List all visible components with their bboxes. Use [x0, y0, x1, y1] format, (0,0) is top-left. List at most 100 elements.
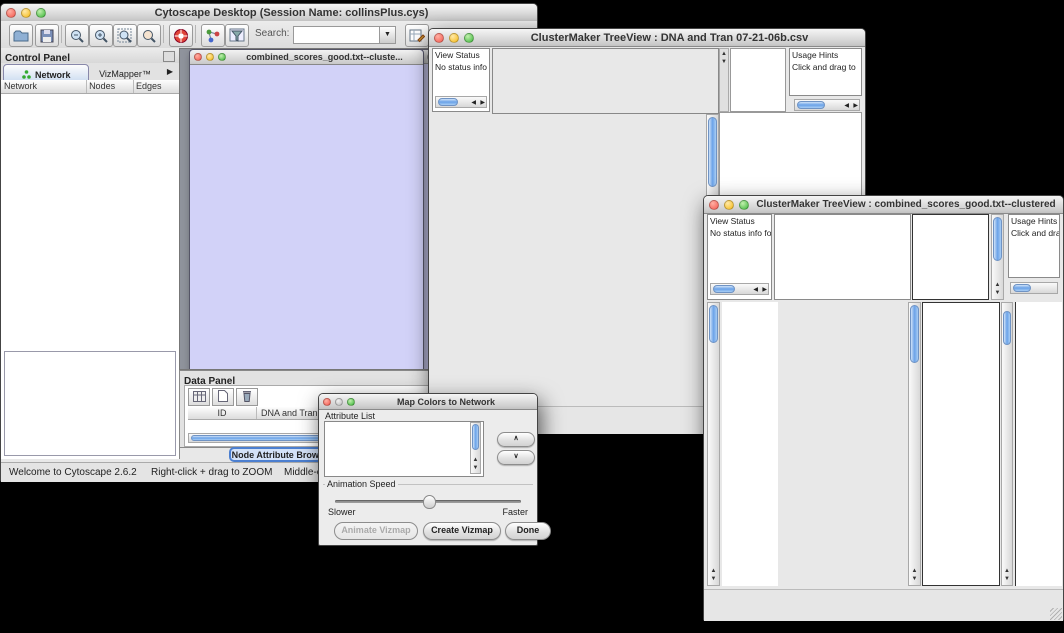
tv1-heatmap[interactable] — [501, 114, 706, 406]
treeview1-titlebar[interactable]: ClusterMaker TreeView : DNA and Tran 07-… — [429, 29, 865, 47]
help-icon[interactable] — [169, 24, 193, 47]
network-overview[interactable] — [4, 351, 176, 456]
zoom-window-icon[interactable] — [347, 398, 355, 406]
attribute-list-vscrollbar[interactable]: ▲ ▼ — [470, 422, 481, 474]
animation-speed-slider[interactable] — [335, 500, 521, 503]
scrollbar-thumb[interactable] — [1003, 311, 1011, 345]
scroll-down-icon[interactable]: ▼ — [708, 575, 719, 583]
scroll-up-icon[interactable]: ▲ — [1002, 567, 1012, 575]
minimize-icon[interactable] — [449, 33, 459, 43]
zoom-in-icon[interactable] — [89, 24, 113, 47]
tv2-heatmap-vscrollbar[interactable]: ▲ ▼ — [908, 302, 921, 586]
slider-thumb[interactable] — [423, 495, 436, 509]
close-icon[interactable] — [709, 200, 719, 210]
dialog-titlebar[interactable]: Map Colors to Network — [319, 394, 537, 410]
tv1-cluster-strip[interactable] — [431, 114, 437, 406]
save-icon[interactable] — [35, 24, 59, 47]
done-button[interactable]: Done — [505, 522, 551, 540]
search-input[interactable]: ▼ — [293, 26, 381, 44]
scroll-up-icon[interactable]: ▲ — [720, 50, 728, 58]
search-dropdown-icon[interactable]: ▼ — [379, 26, 396, 44]
treeview2-titlebar[interactable]: ClusterMaker TreeView : combined_scores_… — [704, 196, 1063, 214]
tv2-hints-hscrollbar[interactable] — [1010, 282, 1058, 294]
tv1-mini-scrollbar[interactable]: ▲ ▼ — [719, 48, 729, 112]
tab-vizmapper[interactable]: VizMapper™ — [89, 64, 161, 79]
minimize-icon[interactable] — [724, 200, 734, 210]
minimize-icon[interactable] — [335, 398, 343, 406]
tv2-gene-list[interactable] — [1015, 302, 1062, 586]
scroll-right-icon[interactable]: ▶ — [480, 99, 485, 106]
tv2-top-vscrollbar[interactable]: ▲ ▼ — [991, 214, 1004, 300]
main-titlebar[interactable]: Cytoscape Desktop (Session Name: collins… — [1, 4, 537, 22]
move-up-button[interactable]: ∧ — [497, 432, 535, 447]
scroll-left-icon[interactable]: ◀ — [753, 286, 758, 293]
tv2-gene-dendrogram[interactable] — [722, 302, 778, 586]
scrollbar-thumb[interactable] — [797, 101, 825, 109]
close-icon[interactable] — [194, 53, 202, 61]
scroll-up-icon[interactable]: ▲ — [992, 281, 1003, 289]
delete-attribute-icon[interactable] — [236, 388, 258, 406]
create-vizmap-button[interactable]: Create Vizmap — [423, 522, 501, 540]
scroll-up-icon[interactable]: ▲ — [471, 456, 480, 464]
tab-network[interactable]: Network — [3, 64, 89, 81]
minimize-icon[interactable] — [206, 53, 214, 61]
layout-icon[interactable] — [201, 24, 225, 47]
scroll-down-icon[interactable]: ▼ — [1002, 575, 1012, 583]
tv1-status-hscrollbar[interactable]: ◀ ▶ — [435, 96, 487, 108]
select-attributes-icon[interactable] — [188, 388, 210, 406]
close-icon[interactable] — [323, 398, 331, 406]
tv2-status-hscrollbar[interactable]: ◀ ▶ — [710, 283, 769, 295]
move-down-button[interactable]: ∨ — [497, 450, 535, 465]
scroll-left-icon[interactable]: ◀ — [844, 102, 849, 109]
minimize-icon[interactable] — [21, 8, 31, 18]
tv2-column-tree-area[interactable] — [774, 214, 911, 300]
open-file-icon[interactable] — [9, 24, 33, 47]
zoom-window-icon[interactable] — [464, 33, 474, 43]
zoom-out-icon[interactable] — [65, 24, 89, 47]
scrollbar-thumb[interactable] — [709, 305, 718, 343]
tv2-left-vscrollbar[interactable]: ▲ ▼ — [707, 302, 720, 586]
tv2-heatmap[interactable] — [780, 302, 906, 586]
tv1-column-dendrogram[interactable] — [492, 48, 719, 114]
table-edit-icon[interactable] — [405, 24, 429, 47]
scrollbar-thumb[interactable] — [438, 98, 458, 106]
scrollbar-thumb[interactable] — [910, 305, 919, 363]
scroll-left-icon[interactable]: ◀ — [471, 99, 476, 106]
scrollbar-thumb[interactable] — [993, 217, 1002, 261]
col-header-nodes[interactable]: Nodes — [87, 80, 134, 93]
network-view[interactable] — [190, 65, 421, 370]
dp-col-id[interactable]: ID — [188, 407, 257, 419]
new-attribute-icon[interactable] — [212, 388, 234, 406]
resize-grip[interactable] — [1050, 608, 1062, 620]
animate-vizmap-button[interactable]: Animate Vizmap — [334, 522, 418, 540]
scroll-up-icon[interactable]: ▲ — [708, 567, 719, 575]
scroll-down-icon[interactable]: ▼ — [720, 58, 728, 66]
zoom-window-icon[interactable] — [739, 200, 749, 210]
zoom-fit-icon[interactable] — [113, 24, 137, 47]
scroll-right-icon[interactable]: ▶ — [762, 286, 767, 293]
scroll-down-icon[interactable]: ▼ — [471, 464, 480, 472]
attribute-list[interactable] — [324, 421, 484, 477]
scroll-down-icon[interactable]: ▼ — [992, 289, 1003, 297]
close-icon[interactable] — [6, 8, 16, 18]
scroll-up-icon[interactable]: ▲ — [909, 567, 920, 575]
scroll-down-icon[interactable]: ▼ — [909, 575, 920, 583]
zoom-window-icon[interactable] — [36, 8, 46, 18]
tv1-gene-dendrogram[interactable] — [438, 114, 500, 406]
scrollbar-thumb[interactable] — [472, 424, 479, 450]
scrollbar-thumb[interactable] — [708, 117, 717, 187]
zoom-window-icon[interactable] — [218, 53, 226, 61]
scrollbar-thumb[interactable] — [1013, 284, 1031, 292]
close-icon[interactable] — [434, 33, 444, 43]
tab-overflow-icon[interactable]: ▶ — [163, 64, 177, 79]
tv1-cluster-matrix[interactable] — [730, 149, 780, 197]
tv2-detail-heatmap[interactable] — [923, 303, 987, 587]
zoom-selected-icon[interactable] — [137, 24, 161, 47]
tv1-hints-hscrollbar[interactable]: ◀ ▶ — [794, 99, 860, 111]
filter-icon[interactable] — [225, 24, 249, 47]
tv2-detail-vscrollbar[interactable]: ▲ ▼ — [1001, 302, 1013, 586]
col-header-network[interactable]: Network — [1, 80, 87, 93]
float-panel-icon[interactable] — [163, 51, 175, 62]
scrollbar-thumb[interactable] — [713, 285, 735, 293]
scroll-right-icon[interactable]: ▶ — [853, 102, 858, 109]
